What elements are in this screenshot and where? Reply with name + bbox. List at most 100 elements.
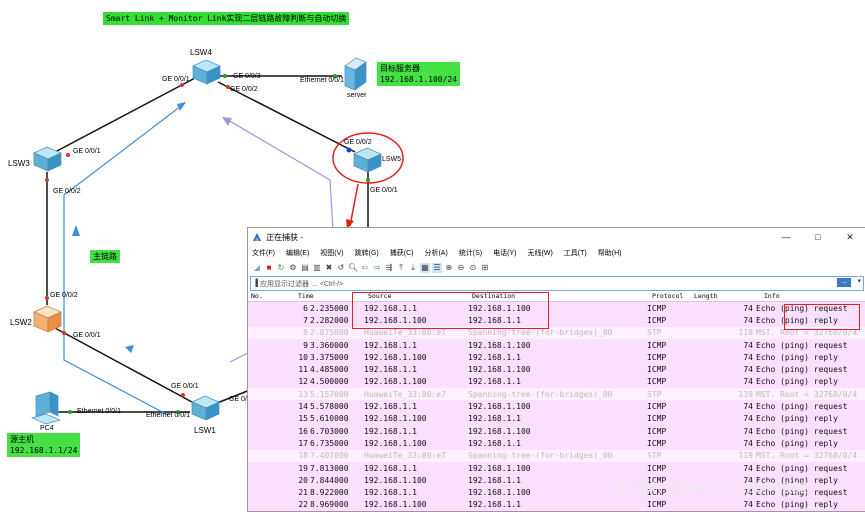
apply-filter-arrow-icon[interactable]: → [837, 278, 851, 287]
packet-time: 3.360000 [310, 340, 349, 350]
stop-capture-icon[interactable]: ■ [264, 263, 274, 273]
packet-protocol: ICMP [647, 500, 667, 510]
packet-destination: 192.168.1.1 [468, 352, 521, 362]
packet-protocol: ICMP [647, 303, 667, 313]
menu-help[interactable]: 帮助(H) [598, 248, 622, 258]
first-packet-icon[interactable]: ⤒ [396, 263, 406, 273]
packet-row[interactable]: 15 5.610000 192.168.1.100 192.168.1.1 ICMP 74… [248, 412, 865, 425]
col-header-no[interactable]: No. [248, 292, 296, 300]
resize-columns-icon[interactable]: ⊞ [480, 263, 490, 273]
open-file-icon[interactable]: ▤ [300, 263, 310, 273]
packet-time: 4.500000 [310, 377, 349, 387]
packet-row[interactable]: 18 7.407000 HuaweiTe_33:80:e7 Spanning-tree… [248, 449, 865, 462]
packet-row[interactable]: 22 8.969000 192.168.1.100 192.168.1.1 ICMP 74… [248, 498, 865, 511]
filter-dropdown-icon[interactable]: ▾ [857, 277, 861, 285]
port-lsw4-right: GE 0/0/3 [233, 73, 261, 80]
device-label-lsw1: LSW1 [194, 426, 216, 435]
packet-length: 74 [743, 426, 753, 436]
packet-protocol: ICMP [647, 463, 667, 473]
zoom-normal-icon[interactable]: ⊙ [468, 263, 478, 273]
server-icon [344, 57, 367, 91]
menu-edit[interactable]: 编辑(E) [286, 248, 309, 258]
packet-row[interactable]: 16 6.703000 192.168.1.1 192.168.1.100 ICMP 74… [248, 424, 865, 438]
packet-destination: 192.168.1.100 [468, 365, 531, 375]
zoom-out-icon[interactable]: ⊖ [456, 263, 466, 273]
col-header-info[interactable]: Info [764, 292, 844, 300]
packet-length: 74 [743, 402, 753, 412]
watermark: CSDN @weixin_46074962 [618, 480, 809, 497]
menu-statistics[interactable]: 统计(S) [459, 248, 482, 258]
packet-info: MST. Root = 32768/0/4 [756, 389, 858, 399]
filter-input[interactable]: 应用显示过滤器 … <Ctrl-/> [260, 279, 343, 289]
port-lsw5-bottom: GE 0/0/1 [370, 187, 398, 194]
menu-analyze[interactable]: 分析(A) [424, 248, 447, 258]
packet-no: 22 [298, 500, 308, 510]
packet-length: 74 [743, 365, 753, 375]
packet-row[interactable]: 12 4.500000 192.168.1.100 192.168.1.1 ICMP 74… [248, 375, 865, 389]
packet-row[interactable]: 6 2.235000 192.168.1.1 192.168.1.100 ICMP 74 E… [248, 302, 865, 315]
packet-length: 74 [743, 377, 753, 387]
save-file-icon[interactable]: ▥ [312, 263, 322, 273]
port-lsw1-top: GE 0/0/1 [171, 383, 199, 390]
find-packet-icon[interactable]: 🔍︎ [348, 263, 358, 273]
go-to-packet-icon[interactable]: ⇶ [384, 263, 394, 273]
start-capture-icon[interactable]: ◢ [252, 263, 262, 273]
maximize-button[interactable]: □ [802, 228, 834, 246]
menu-view[interactable]: 视图(V) [320, 248, 343, 258]
wireshark-window: 正在捕获 - — □ ✕ 文件(F) 编辑(E) 视图(V) 跳转(G) 捕获(… [247, 227, 865, 512]
packet-row[interactable]: 10 3.375000 192.168.1.100 192.168.1.1 ICMP 74… [248, 351, 865, 364]
close-file-icon[interactable]: ✖ [324, 263, 334, 273]
packet-destination: 192.168.1.100 [468, 426, 531, 436]
packet-row[interactable]: 19 7.813000 192.168.1.1 192.168.1.100 ICMP 74… [248, 461, 865, 475]
go-back-icon[interactable]: ⇦ [360, 263, 370, 273]
packet-no: 19 [298, 463, 308, 473]
packet-destination: 192.168.1.1 [468, 414, 521, 424]
packet-protocol: ICMP [647, 426, 667, 436]
minimize-button[interactable]: — [770, 228, 802, 246]
menu-telephony[interactable]: 电话(Y) [493, 248, 516, 258]
packet-row[interactable]: 7 2.282000 192.168.1.100 192.168.1.1 ICMP 74 E… [248, 314, 865, 327]
packet-source: 192.168.1.1 [364, 426, 417, 436]
port-lsw4-left: GE 0/0/1 [162, 76, 190, 83]
packet-length: 74 [743, 303, 753, 313]
packet-source: 192.168.1.1 [364, 402, 417, 412]
port-lsw3-bottom: GE 0/0/2 [53, 188, 81, 195]
menu-tools[interactable]: 工具(T) [564, 248, 587, 258]
last-packet-icon[interactable]: ⤓ [408, 263, 418, 273]
colorize-icon[interactable]: ☰ [432, 263, 442, 273]
highlight-arrow [349, 183, 359, 227]
packet-row[interactable]: 17 6.735000 192.168.1.100 192.168.1.1 ICMP 74… [248, 437, 865, 450]
packet-row[interactable]: 9 3.360000 192.168.1.1 192.168.1.100 ICMP 74 E… [248, 338, 865, 352]
capture-options-icon[interactable]: ⚙ [288, 263, 298, 273]
packet-row[interactable]: 11 4.485000 192.168.1.1 192.168.1.100 ICMP 74… [248, 363, 865, 376]
menu-file[interactable]: 文件(F) [252, 248, 275, 258]
packet-destination: 192.168.1.100 [468, 340, 531, 350]
packet-row[interactable]: 14 5.578000 192.168.1.1 192.168.1.100 ICMP 74… [248, 400, 865, 413]
packet-protocol: ICMP [647, 377, 667, 387]
packet-row[interactable]: 13 5.157000 HuaweiTe_33:80:e7 Spanning-tree… [248, 388, 865, 401]
col-header-protocol[interactable]: Protocol [652, 292, 694, 300]
packet-no: 16 [298, 426, 308, 436]
packet-no: 9 [303, 340, 308, 350]
restart-capture-icon[interactable]: ↻ [276, 263, 286, 273]
menu-capture[interactable]: 捕获(C) [390, 248, 414, 258]
col-header-length[interactable]: Length [694, 292, 764, 300]
display-filter-bar[interactable]: ▐ 应用显示过滤器 … <Ctrl-/> → ▾ [250, 276, 864, 291]
packet-time: 3.375000 [310, 352, 349, 362]
filter-bookmark-icon[interactable]: ▐ [253, 280, 258, 287]
autoscroll-icon[interactable]: ▦ [420, 263, 430, 273]
menu-wireless[interactable]: 无线(W) [528, 248, 553, 258]
packet-time: 5.157000 [310, 389, 349, 399]
packet-list-header: No. Time Source Destination Protocol Len… [248, 291, 865, 302]
reload-icon[interactable]: ↺ [336, 263, 346, 273]
packet-protocol: STP [647, 328, 662, 338]
packet-row[interactable]: 8 2.875000 HuaweiTe_33:80:e7 Spanning-tree-… [248, 326, 865, 339]
packet-length: 74 [743, 340, 753, 350]
close-button[interactable]: ✕ [834, 228, 865, 246]
menu-go[interactable]: 跳转(G) [355, 248, 379, 258]
zoom-in-icon[interactable]: ⊕ [444, 263, 454, 273]
server-info-title: 目标服务器 [380, 64, 420, 73]
port-lsw3-top: GE 0/0/1 [73, 148, 101, 155]
go-forward-icon[interactable]: ⇨ [372, 263, 382, 273]
packet-length: 74 [743, 414, 753, 424]
